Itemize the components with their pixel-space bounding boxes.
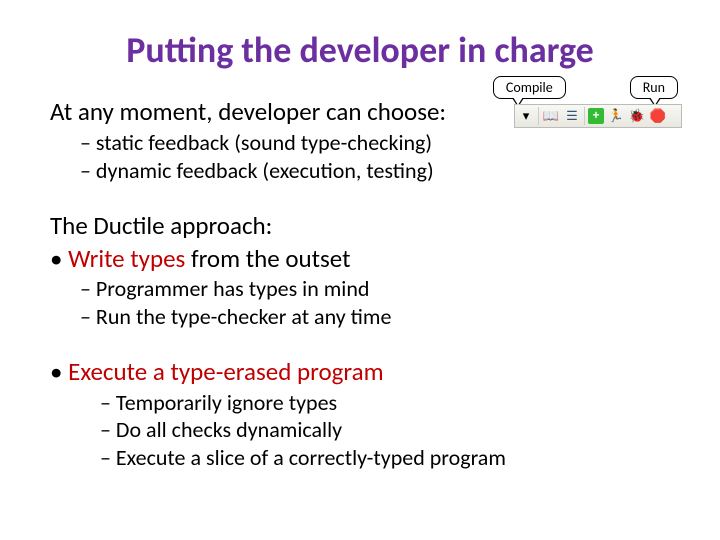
- callout-compile: Compile: [493, 76, 566, 99]
- ductile-intro: The Ductile approach:: [50, 210, 272, 241]
- write-types-sub-a: – Programmer has types in mind: [80, 275, 670, 303]
- bullet-execute: • Execute a type-erased program: [50, 356, 670, 389]
- compile-icon[interactable]: +: [588, 108, 604, 124]
- choose-dynamic: – dynamic feedback (execution, testing): [80, 157, 670, 185]
- bullet-write-types: • Write types from the outset: [50, 243, 350, 274]
- write-types-sub-b: – Run the type-checker at any time: [80, 303, 670, 331]
- slide-title: Putting the developer in charge: [50, 28, 670, 72]
- book-icon[interactable]: 📖: [542, 107, 560, 125]
- exec-sub-a: – Temporarily ignore types: [100, 389, 670, 417]
- run-icon[interactable]: 🏃: [607, 107, 625, 125]
- exec-sub-c: – Execute a slice of a correctly-typed p…: [100, 444, 670, 472]
- stop-icon[interactable]: 🛑: [649, 107, 667, 125]
- ide-toolbar: ▾ 📖 ☰ + 🏃 🐞 🛑: [514, 104, 682, 128]
- dropdown-icon: ▾: [517, 107, 535, 125]
- ductile-block: The Ductile approach: • Write types from…: [50, 210, 670, 275]
- separator: [584, 107, 585, 125]
- list-icon[interactable]: ☰: [563, 107, 581, 125]
- debug-icon[interactable]: 🐞: [628, 107, 646, 125]
- choose-static: – static feedback (sound type-checking): [80, 129, 670, 157]
- exec-sub-b: – Do all checks dynamically: [100, 416, 670, 444]
- callout-row: Compile Run: [493, 76, 678, 99]
- callout-run: Run: [630, 76, 678, 99]
- separator: [538, 107, 539, 125]
